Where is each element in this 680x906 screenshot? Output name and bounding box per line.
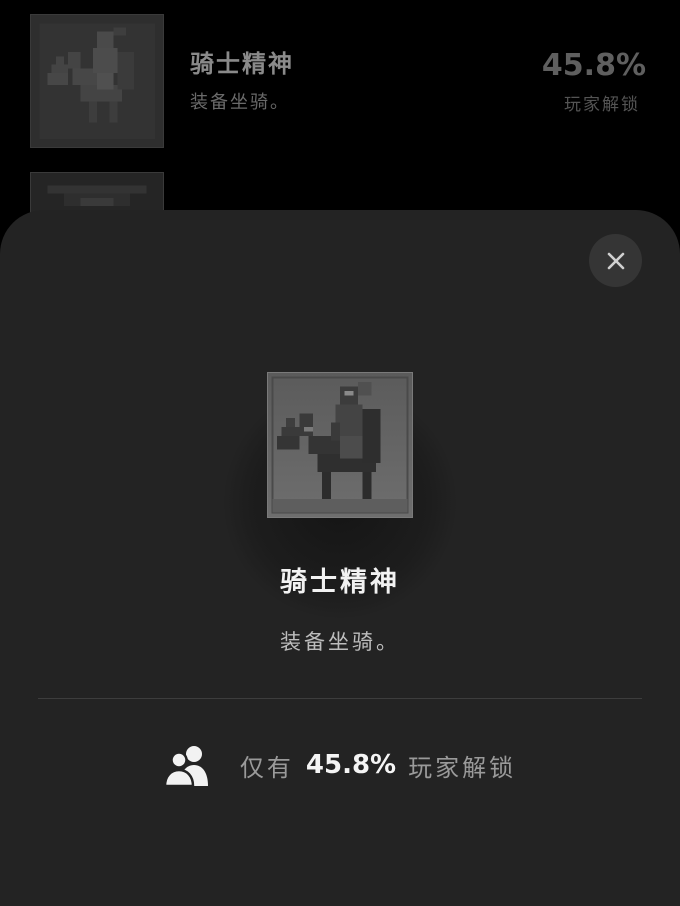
unlock-percent-label: 玩家解锁 <box>564 95 640 115</box>
achievement-detail-sheet: 骑士精神 装备坐骑。 仅有 45.8% 玩家解锁 <box>0 210 680 906</box>
close-icon <box>607 252 624 269</box>
knight-on-horse-icon <box>30 14 164 148</box>
list-item[interactable]: 骑士精神 装备坐骑。 45.8% 玩家解锁 <box>0 14 680 148</box>
achievement-description: 装备坐骑。 <box>280 630 400 654</box>
stats-prefix: 仅有 <box>239 753 294 782</box>
achievement-title: 骑士精神 <box>280 567 400 598</box>
divider <box>38 698 642 699</box>
knight-on-horse-icon <box>267 372 413 518</box>
achievement-description: 装备坐骑。 <box>190 92 290 113</box>
unlock-stats: 仅有 45.8% 玩家解锁 <box>0 744 680 786</box>
achievement-title: 骑士精神 <box>190 50 294 78</box>
stats-suffix: 玩家解锁 <box>408 753 517 782</box>
unlock-percent: 45.8% <box>541 48 646 83</box>
achievement-page: 骑士精神 装备坐骑。 45.8% 玩家解锁 骑士精神 装备坐骑。 仅有 45.8… <box>0 0 680 906</box>
unlock-percent: 45.8% <box>305 750 397 780</box>
close-button[interactable] <box>589 234 642 287</box>
users-icon <box>163 746 208 786</box>
